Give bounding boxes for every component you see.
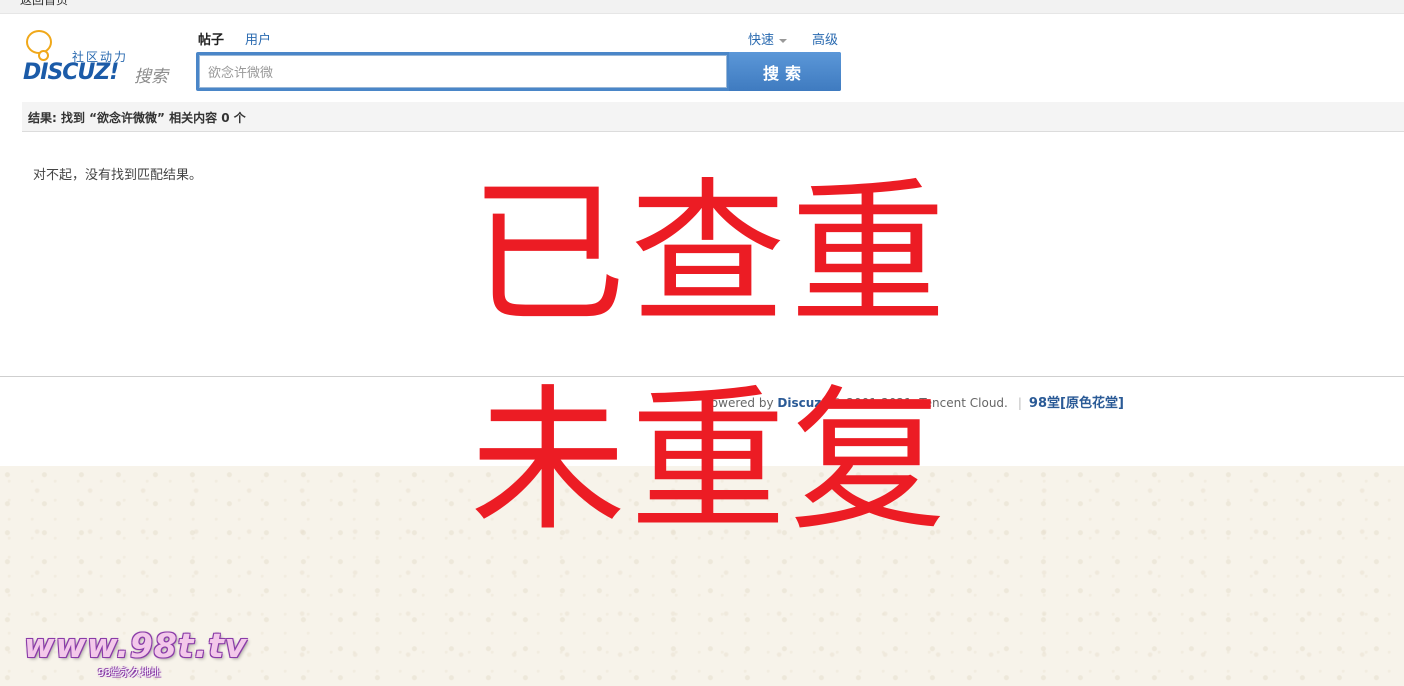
search-bar: 搜索 bbox=[196, 52, 841, 91]
tab-posts[interactable]: 帖子 bbox=[198, 29, 224, 48]
caret-down-icon bbox=[779, 38, 788, 43]
no-result-message: 对不起，没有找到匹配结果。 bbox=[33, 168, 203, 183]
advanced-search-link[interactable]: 高级 bbox=[812, 29, 838, 48]
top-bar: 返回首页 bbox=[0, 0, 1404, 14]
back-home-link[interactable]: 返回首页 bbox=[20, 0, 68, 8]
search-button[interactable]: 搜索 bbox=[729, 52, 841, 91]
discuz-search-logo[interactable]: 社区动力 DISCUZ! 搜索 bbox=[22, 28, 182, 88]
quick-search-dropdown[interactable]: 快速 bbox=[748, 29, 788, 48]
quick-search-label: 快速 bbox=[748, 33, 775, 48]
result-summary: 结果: 找到 “欲念许微微” 相关内容 0 个 bbox=[28, 111, 246, 125]
site-home-link[interactable]: 98堂[原色花堂] bbox=[1029, 396, 1124, 411]
watermark-subtitle: 98堂永久地址 bbox=[98, 668, 161, 679]
stamp-checked: 已查重 bbox=[470, 163, 950, 345]
tab-users[interactable]: 用户 bbox=[245, 29, 271, 48]
logo-brand: DISCUZ! bbox=[23, 60, 119, 85]
footer-separator: | bbox=[1017, 396, 1022, 410]
logo-search-text: 搜索 bbox=[134, 67, 168, 87]
site-watermark: www.98t.tv 98堂永久地址 bbox=[24, 626, 248, 682]
stamp-not-duplicate: 未重复 bbox=[470, 370, 950, 552]
result-summary-bar: 结果: 找到 “欲念许微微” 相关内容 0 个 bbox=[22, 102, 1404, 132]
watermark-url: www.98t.tv bbox=[24, 626, 248, 665]
search-input[interactable] bbox=[199, 55, 727, 88]
